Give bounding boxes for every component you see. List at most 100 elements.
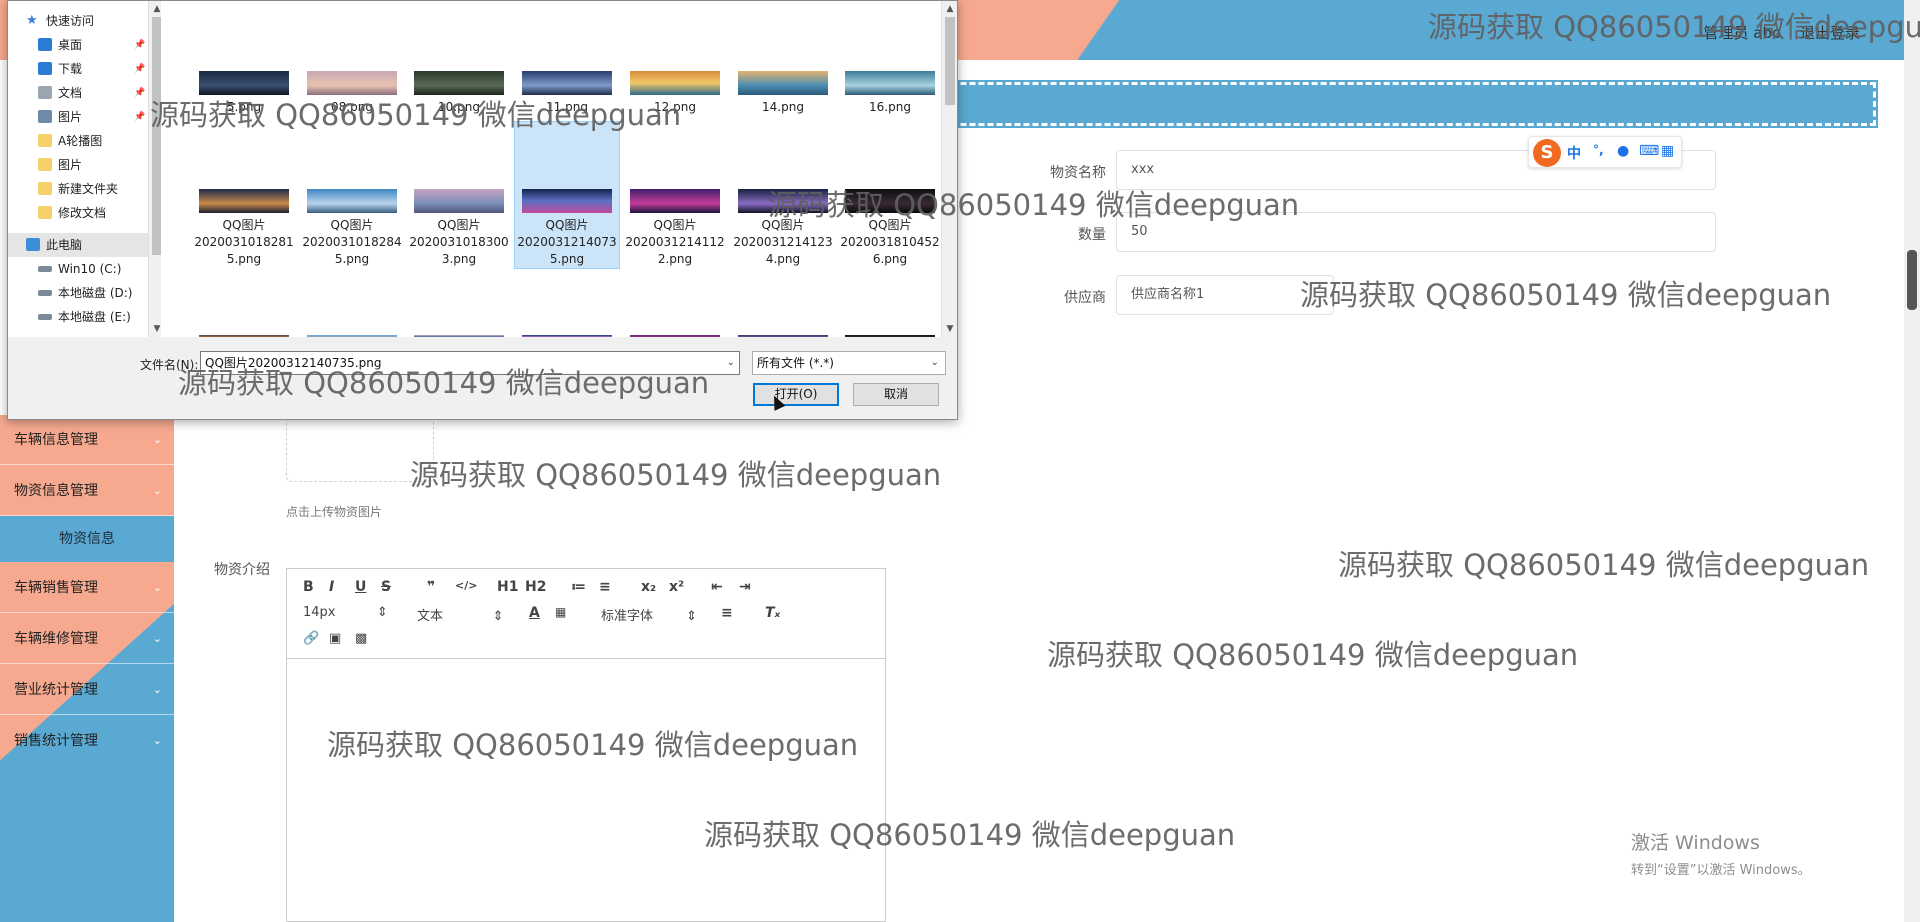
subscript-button[interactable]: x₂ (641, 579, 656, 595)
toolbox-icon[interactable]: ▦ (1661, 143, 1674, 159)
file-item[interactable]: QQ图片 2020031018284 5.png (299, 189, 405, 268)
page-scrollbar[interactable] (1904, 0, 1920, 922)
ordered-list-button[interactable]: ≔ (571, 579, 586, 595)
nav-item-label: 修改文档 (58, 206, 107, 220)
sidebar: 车辆信息管理 ⌄ 物资信息管理 ⌄ 物资信息 车辆销售管理 ⌄ 车辆维修管理 ⌄… (0, 415, 174, 922)
activate-windows-notice: 激活 Windows 转到“设置”以激活 Windows。 (1631, 828, 1811, 878)
font-family-select[interactable]: 标准字体 ⇕ (601, 605, 697, 624)
nav-item-label: 本地磁盘 (E:) (58, 310, 131, 324)
file-thumbnail (522, 189, 612, 213)
nav-item[interactable]: 本地磁盘 (D:) (8, 281, 148, 305)
nav-item[interactable]: 图片 (8, 153, 148, 177)
file-scrollbar-thumb[interactable] (945, 17, 955, 105)
nav-item[interactable]: ★ 快速访问 (8, 9, 148, 33)
watermark-text: 源码获取 QQ86050149 微信deepguan (768, 188, 1300, 222)
align-icon[interactable]: ≡ (721, 605, 733, 621)
watermark-text: 源码获取 QQ86050149 微信deepguan (1047, 638, 1579, 672)
sogou-logo-icon[interactable]: S (1533, 139, 1561, 167)
outdent-button[interactable]: ⇤ (711, 579, 723, 595)
editor-content-area[interactable] (287, 659, 885, 921)
file-name: QQ图片 2020031214112 2.png (625, 218, 725, 266)
video-icon[interactable]: ▩ (355, 631, 367, 646)
intro-label: 物资介绍 (214, 562, 270, 578)
image-icon[interactable]: ▣ (329, 631, 341, 646)
italic-button[interactable]: I (329, 579, 334, 595)
sidebar-item-vehicle-repair[interactable]: 车辆维修管理 ⌄ (0, 614, 174, 664)
sidebar-item-sales-stats[interactable]: 销售统计管理 ⌄ (0, 716, 174, 766)
sidebar-item-label: 车辆维修管理 (14, 631, 98, 647)
ime-toolbar: S 中 °, ● ⌨ ▦ (1528, 136, 1682, 168)
chevron-down-icon[interactable]: ⌄ (727, 352, 735, 374)
indent-button[interactable]: ⇥ (739, 579, 751, 595)
nav-item[interactable]: 此电脑 (8, 233, 148, 257)
nav-item[interactable]: 图片 📌 (8, 105, 148, 129)
clear-format-icon[interactable]: Tₓ (765, 605, 780, 621)
drive-icon (38, 266, 52, 272)
h2-button[interactable]: H2 (525, 579, 546, 595)
sidebar-item-material-info[interactable]: 物资信息管理 ⌄ (0, 466, 174, 516)
folder-icon (38, 158, 52, 171)
link-icon[interactable]: 🔗 (303, 631, 319, 646)
file-name: QQ图片 2020031018300 3.png (409, 218, 509, 266)
nav-item[interactable]: 文档 📌 (8, 81, 148, 105)
watermark-text: 源码获取 QQ86050149 微信deepguan (1338, 548, 1870, 582)
sidebar-item-vehicle-info[interactable]: 车辆信息管理 ⌄ (0, 415, 174, 465)
file-item[interactable]: QQ图片 2020031214112 2.png (622, 189, 728, 268)
cancel-button[interactable]: 取消 (853, 383, 939, 406)
scroll-down-icon[interactable]: ▼ (942, 321, 958, 337)
superscript-button[interactable]: x² (669, 579, 684, 595)
text-style-select[interactable]: 文本 ⇕ (417, 605, 504, 624)
file-name: QQ图片 2020031810452 6.png (840, 218, 940, 266)
nav-item[interactable]: A轮播图 (8, 129, 148, 153)
file-item[interactable]: QQ图片 2020031018281 5.png (191, 189, 297, 268)
sidebar-item-label: 车辆信息管理 (14, 432, 98, 448)
file-thumbnail (845, 71, 935, 95)
file-scrollbar[interactable]: ▲ ▼ (941, 1, 957, 337)
file-name: 14.png (762, 100, 804, 114)
nav-item[interactable]: 修改文档 (8, 201, 148, 225)
nav-item[interactable]: 本地磁盘 (E:) (8, 305, 148, 329)
underline-button[interactable]: U (355, 579, 366, 595)
nav-item[interactable]: 下载 📌 (8, 57, 148, 81)
watermark-text: 源码获取 QQ86050149 微信deepguan (150, 98, 682, 132)
filetype-select[interactable]: 所有文件 (*.*) ⌄ (752, 351, 946, 375)
open-button[interactable]: 打开(O) (753, 383, 839, 406)
sidebar-item-vehicle-sales[interactable]: 车辆销售管理 ⌄ (0, 563, 174, 613)
bold-button[interactable]: B (303, 579, 314, 595)
chevron-down-icon[interactable]: ⌄ (931, 352, 939, 374)
blockquote-button[interactable]: ❞ (427, 579, 435, 595)
nav-item[interactable]: 新建文件夹 (8, 177, 148, 201)
file-item[interactable]: QQ图片 2020031214073 5.png (514, 121, 620, 269)
scroll-up-icon[interactable]: ▲ (942, 1, 958, 17)
nav-item[interactable]: 桌面 📌 (8, 33, 148, 57)
font-color-icon[interactable]: A (529, 605, 540, 621)
file-item[interactable]: 14.png (730, 71, 836, 116)
pin-icon: 📌 (134, 88, 146, 98)
font-size-select[interactable]: 14px ⇕ (303, 605, 388, 620)
pin-icon: 📌 (134, 40, 146, 50)
bullet-list-button[interactable]: ≡ (599, 579, 611, 595)
nav-item-label: 此电脑 (46, 238, 83, 252)
file-item[interactable]: QQ图片 2020031018300 3.png (406, 189, 512, 268)
drive-icon (38, 290, 52, 296)
punctuation-icon[interactable]: °, (1593, 143, 1604, 157)
watermark-text: 源码获取 QQ86050149 微信deepguan (1300, 278, 1832, 312)
sidebar-item-business-stats[interactable]: 营业统计管理 ⌄ (0, 665, 174, 715)
ime-chinese-mode[interactable]: 中 (1567, 143, 1581, 163)
desktop-icon (38, 38, 52, 51)
activate-title: 激活 Windows (1631, 832, 1760, 854)
supplier-label: 供应商 (1064, 290, 1106, 306)
watermark-text: 源码获取 QQ86050149 微信deepguan (327, 728, 859, 762)
background-color-icon[interactable]: ▦ (555, 605, 566, 619)
page-scrollbar-thumb[interactable] (1907, 250, 1917, 310)
strike-button[interactable]: S (381, 579, 391, 595)
sidebar-subitem-material[interactable]: 物资信息 (0, 516, 174, 562)
nav-item[interactable]: Win10 (C:) (8, 257, 148, 281)
star-icon: ★ (26, 13, 38, 28)
keyboard-icon[interactable]: ⌨ (1639, 143, 1659, 159)
code-button[interactable]: </> (455, 579, 477, 592)
h1-button[interactable]: H1 (497, 579, 518, 595)
file-item[interactable]: 16.png (837, 71, 943, 116)
file-thumbnail (414, 335, 504, 337)
microphone-icon[interactable]: ● (1617, 143, 1629, 159)
